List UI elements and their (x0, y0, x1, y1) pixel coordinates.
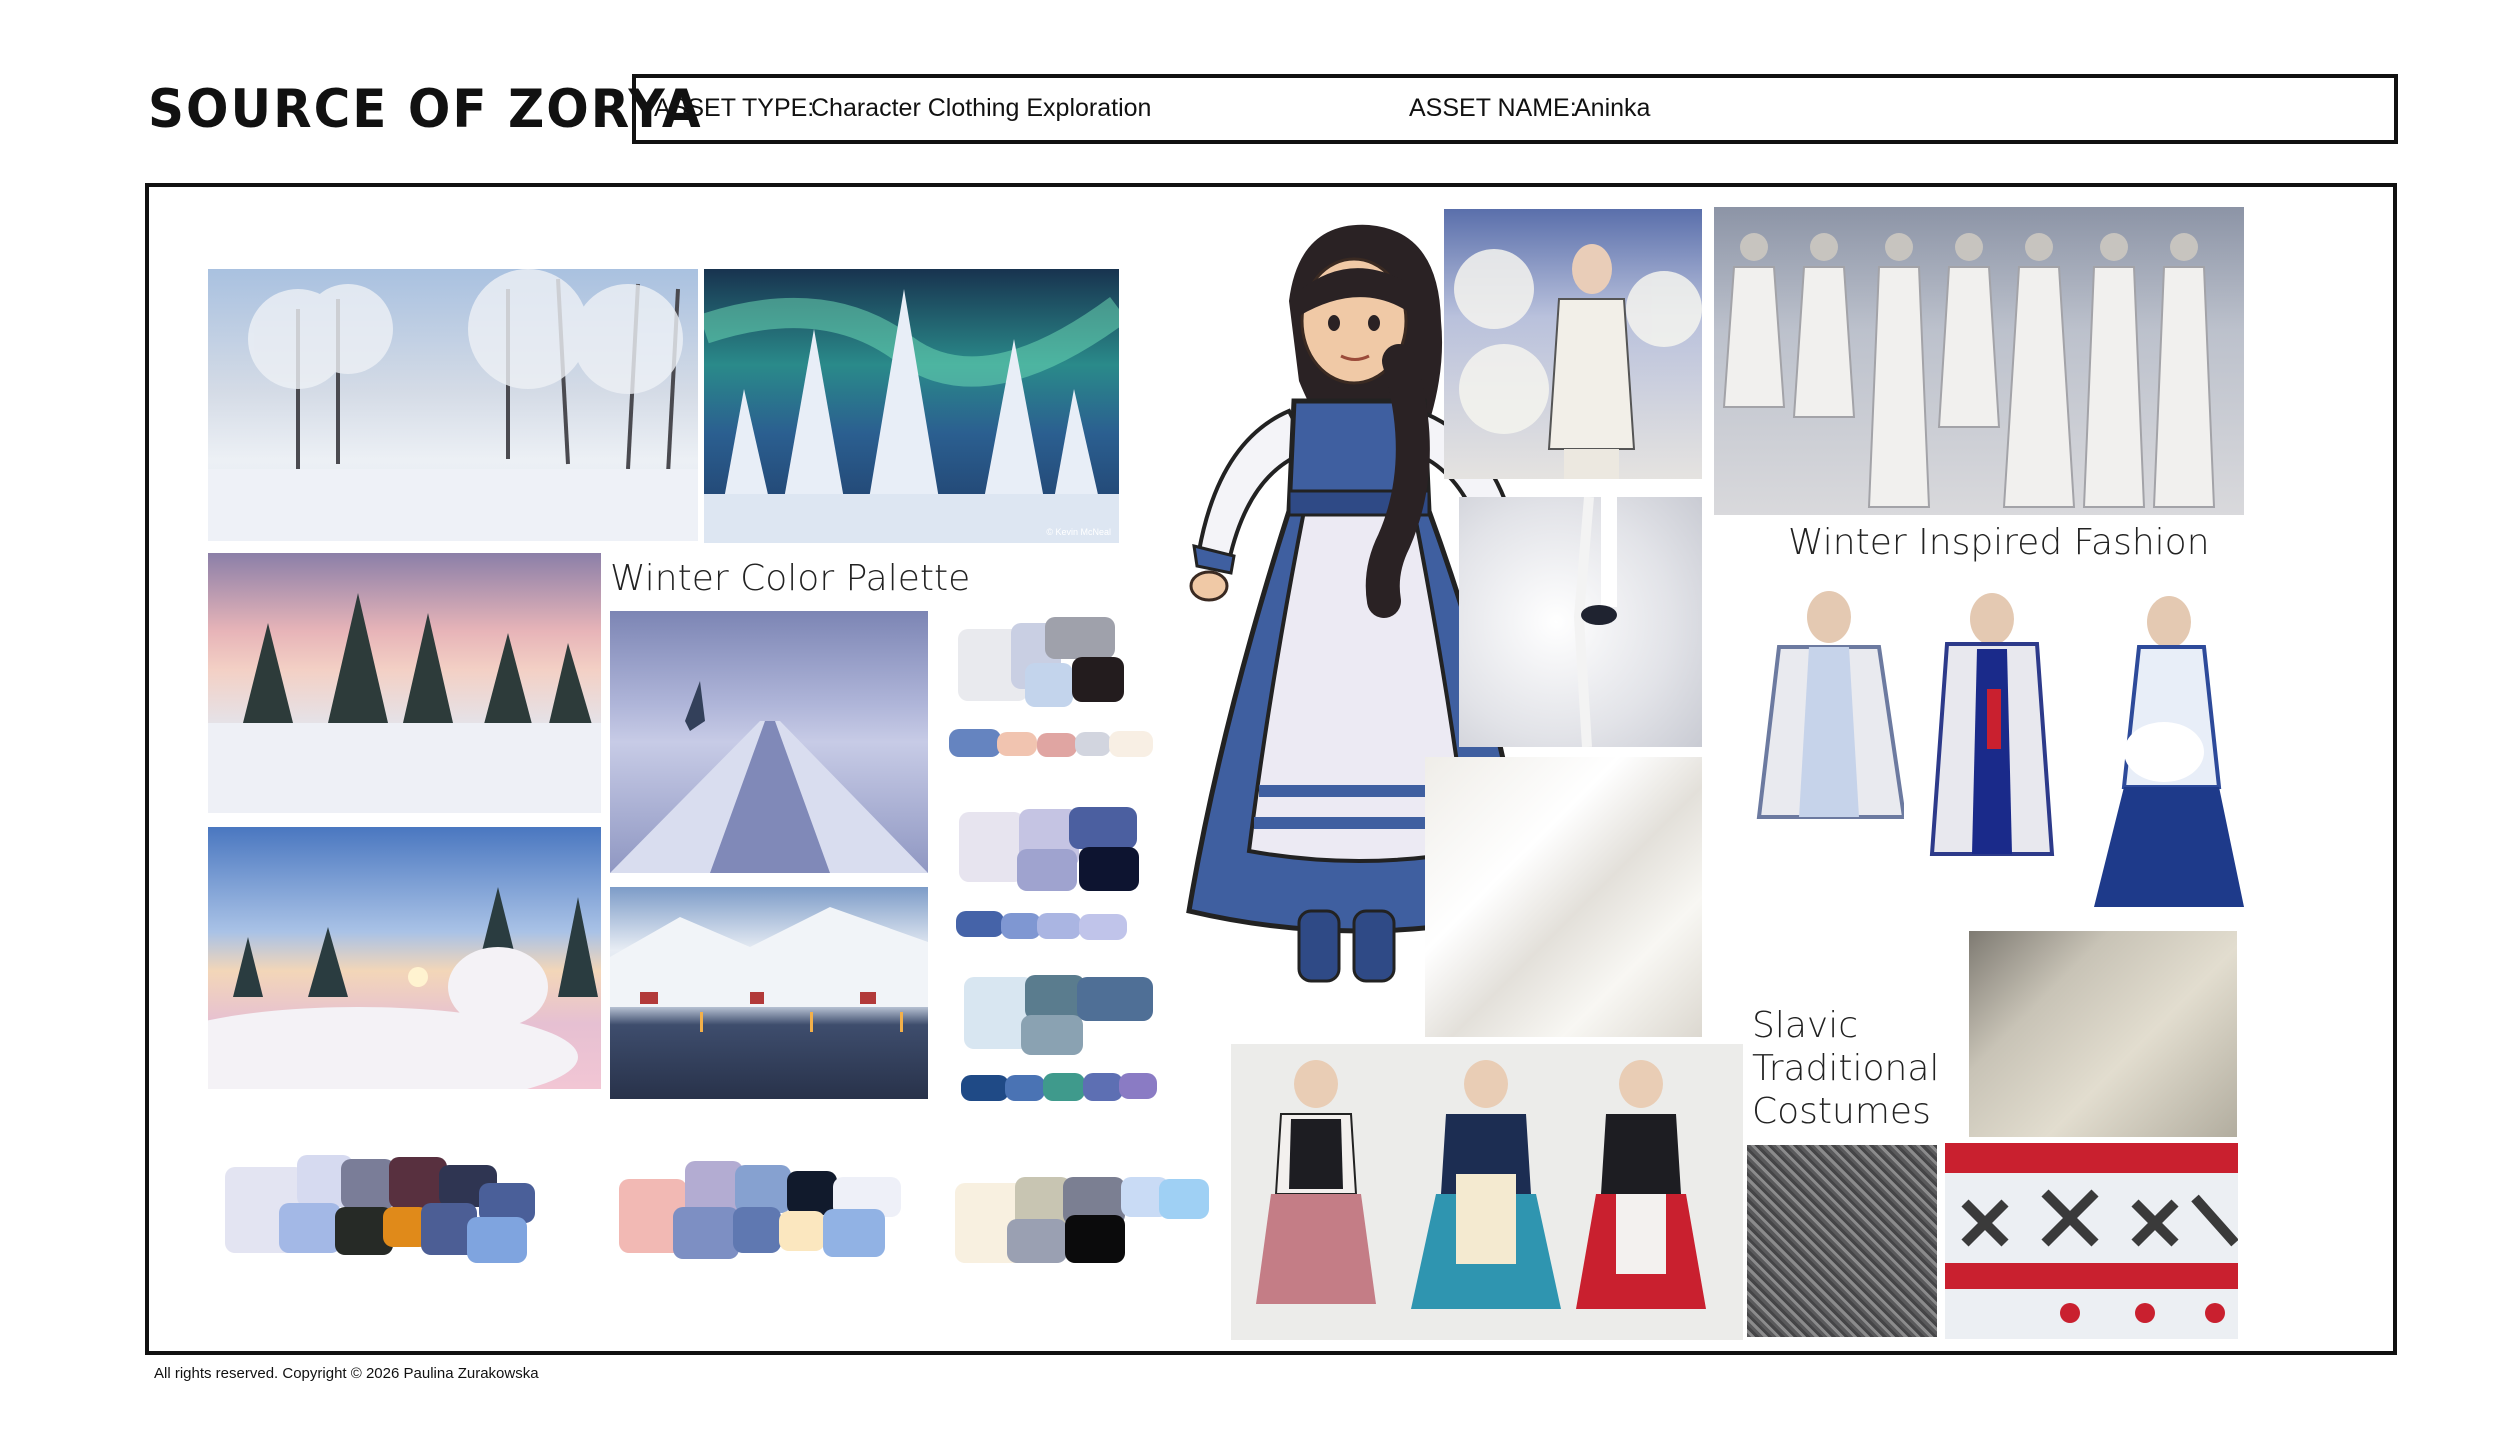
lake-village-photo (610, 887, 928, 1099)
pink-sunset-forest-photo (208, 553, 601, 813)
white-fur-texture (1459, 497, 1702, 747)
image-credit: © Kevin McNeal (1046, 527, 1111, 537)
tweed-texture (1747, 1145, 1937, 1337)
snowy-road-photo (610, 611, 928, 873)
snowy-forest-photo (208, 269, 698, 541)
moodboard: © Kevin McNeal Winter Color Palette Wint… (145, 183, 2397, 1355)
asset-name-label: ASSET NAME: (1409, 94, 1577, 122)
asset-header: ASSET TYPE: Character Clothing Explorati… (632, 74, 2398, 144)
snow-sunrise-photo (208, 827, 601, 1089)
asset-type-label: ASSET TYPE: (654, 94, 815, 122)
slavic-caption-line-2: Traditional (1752, 1048, 1940, 1090)
costume-figure-blue-embroidered (1927, 589, 2057, 859)
costume-figure-snow-maiden (2079, 587, 2249, 917)
white-satin-texture (1425, 757, 1702, 1037)
slavic-costumes-caption: Slavic Traditional Costumes (1752, 1004, 1939, 1134)
copyright-footer: All rights reserved. Copyright © 2026 Pa… (154, 1365, 539, 1382)
winter-palette-caption: Winter Color Palette (610, 558, 971, 599)
slavic-caption-line-1: Slavic (1752, 1005, 1859, 1046)
costume-figure-white-cloak (1739, 587, 1904, 827)
slavic-children-costumes-photo (1231, 1044, 1743, 1340)
winter-fashion-runway-photo (1714, 207, 2244, 515)
linen-texture (1969, 931, 2237, 1137)
asset-type-value: Character Clothing Exploration (811, 94, 1152, 122)
aurora-forest-photo: © Kevin McNeal (704, 269, 1119, 543)
slavic-caption-line-3: Costumes (1752, 1091, 1931, 1133)
brand-logo: SOURCE OF ZORYA (148, 78, 703, 140)
asset-name-value: Aninka (1574, 94, 1651, 122)
lace-fashion-photo (1444, 209, 1702, 479)
winter-fashion-caption: Winter Inspired Fashion (1788, 522, 2210, 563)
red-embroidery-texture (1945, 1143, 2238, 1339)
